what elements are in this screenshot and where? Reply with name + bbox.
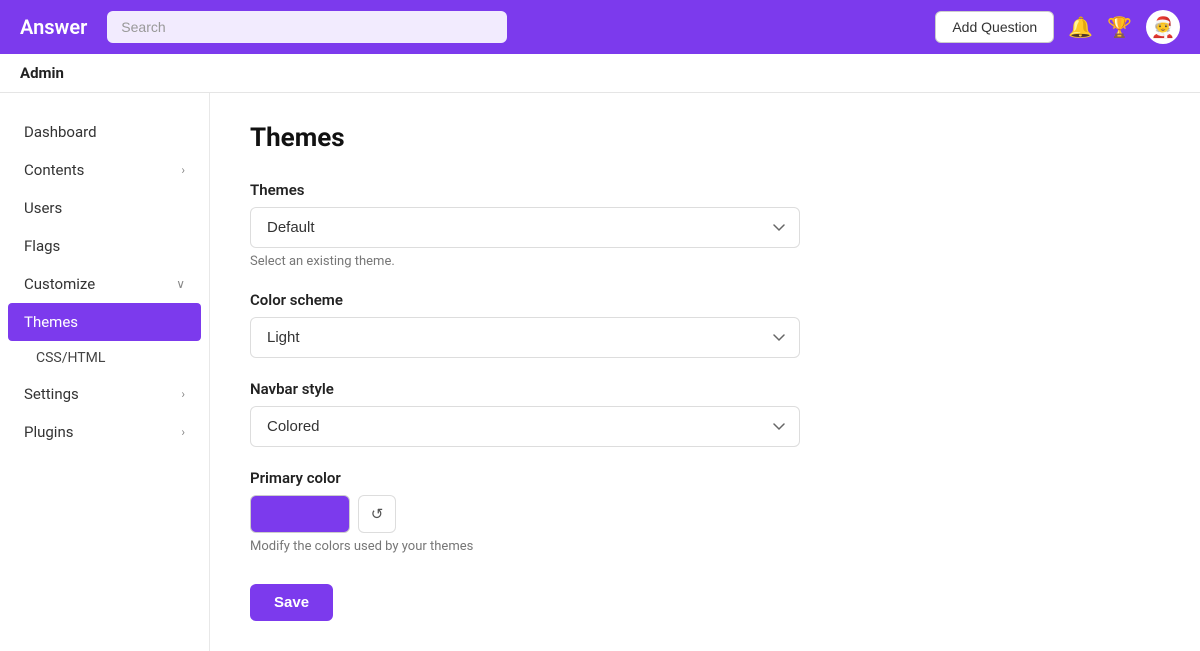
navbar-style-section: Navbar style Colored Light Dark	[250, 380, 1160, 447]
sidebar-item-plugins[interactable]: Plugins ›	[0, 413, 209, 451]
color-row: ↺	[250, 495, 1160, 533]
admin-bar: Admin	[0, 54, 1200, 93]
sidebar-item-themes[interactable]: Themes	[8, 303, 201, 341]
trophy-icon: 🏆	[1107, 15, 1132, 40]
sidebar: Dashboard Contents › Users Flags Customi…	[0, 93, 210, 651]
add-question-button[interactable]: Add Question	[935, 11, 1054, 43]
themes-label: Themes	[250, 181, 1160, 199]
sidebar-item-label: Settings	[24, 385, 79, 403]
topbar-actions: Add Question 🔔 🏆 🧑‍🎄	[935, 10, 1180, 44]
color-scheme-select[interactable]: Light Dark Auto	[250, 317, 800, 358]
avatar[interactable]: 🧑‍🎄	[1146, 10, 1180, 44]
sidebar-item-dashboard[interactable]: Dashboard	[0, 113, 209, 151]
sidebar-item-label: Users	[24, 199, 62, 217]
layout: Dashboard Contents › Users Flags Customi…	[0, 93, 1200, 651]
sidebar-item-label: Dashboard	[24, 123, 97, 141]
search-input[interactable]	[107, 11, 507, 43]
navbar-style-label: Navbar style	[250, 380, 1160, 398]
sidebar-item-label: Contents	[24, 161, 84, 179]
reset-color-button[interactable]: ↺	[358, 495, 396, 533]
sidebar-item-customize[interactable]: Customize ∨	[0, 265, 209, 303]
sidebar-item-css-html[interactable]: CSS/HTML	[0, 341, 209, 375]
save-button[interactable]: Save	[250, 584, 333, 621]
admin-label: Admin	[20, 64, 64, 82]
bell-icon: 🔔	[1068, 15, 1093, 40]
color-swatch[interactable]	[250, 495, 350, 533]
sidebar-item-label: Plugins	[24, 423, 73, 441]
primary-color-label: Primary color	[250, 469, 1160, 487]
page-title: Themes	[250, 123, 1160, 153]
chevron-down-icon: ∨	[176, 277, 185, 291]
sidebar-item-contents[interactable]: Contents ›	[0, 151, 209, 189]
themes-hint: Select an existing theme.	[250, 254, 1160, 269]
avatar-emoji: 🧑‍🎄	[1151, 15, 1176, 39]
reset-icon: ↺	[371, 505, 384, 523]
sidebar-sub-item-label: CSS/HTML	[36, 350, 105, 366]
sidebar-item-flags[interactable]: Flags	[0, 227, 209, 265]
color-scheme-section: Color scheme Light Dark Auto	[250, 291, 1160, 358]
chevron-right-icon: ›	[181, 425, 185, 439]
chevron-right-icon: ›	[181, 163, 185, 177]
search-container	[107, 11, 507, 43]
app-logo: Answer	[20, 15, 87, 39]
notification-bell-button[interactable]: 🔔	[1068, 15, 1093, 40]
themes-select[interactable]: Default Custom	[250, 207, 800, 248]
navbar-style-select[interactable]: Colored Light Dark	[250, 406, 800, 447]
trophy-button[interactable]: 🏆	[1107, 15, 1132, 40]
sidebar-item-label: Flags	[24, 237, 60, 255]
main-content: Themes Themes Default Custom Select an e…	[210, 93, 1200, 651]
topbar: Answer Add Question 🔔 🏆 🧑‍🎄	[0, 0, 1200, 54]
chevron-right-icon: ›	[181, 387, 185, 401]
sidebar-sub-item-label: Themes	[24, 313, 78, 331]
sidebar-item-users[interactable]: Users	[0, 189, 209, 227]
primary-color-section: Primary color ↺ Modify the colors used b…	[250, 469, 1160, 554]
primary-color-hint: Modify the colors used by your themes	[250, 539, 1160, 554]
sidebar-item-settings[interactable]: Settings ›	[0, 375, 209, 413]
color-scheme-label: Color scheme	[250, 291, 1160, 309]
sidebar-item-label: Customize	[24, 275, 95, 293]
themes-section: Themes Default Custom Select an existing…	[250, 181, 1160, 269]
